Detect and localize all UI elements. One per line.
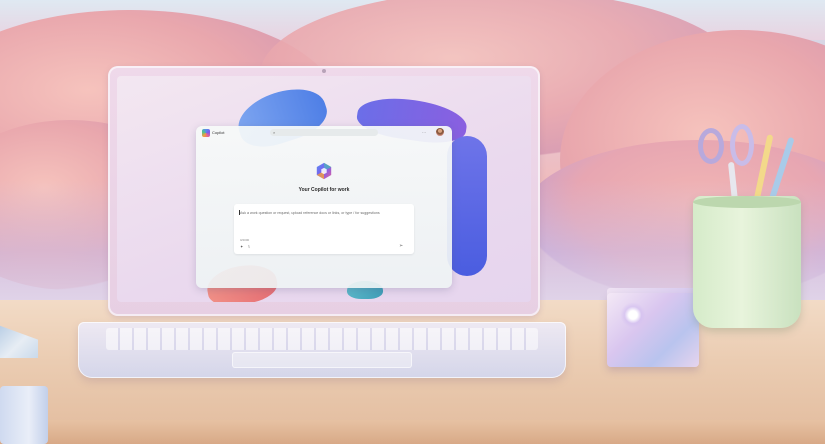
app-name: Copilot: [212, 130, 225, 135]
copilot-app-window: Copilot ⌕ ··· Your Copilot for work 0/20…: [196, 126, 452, 288]
title-bar: Copilot ⌕ ···: [196, 126, 452, 140]
webcam: [322, 69, 326, 73]
desk-edge: [0, 420, 825, 444]
scissors-handle: [698, 128, 724, 164]
paperclip-icon[interactable]: ⌇: [248, 244, 250, 249]
trackpad: [232, 352, 412, 368]
pen-cup: [693, 196, 801, 328]
search-icon: ⌕: [273, 130, 276, 135]
copilot-logo-icon: [202, 129, 210, 137]
keyboard: [106, 328, 538, 350]
sparkle-icon[interactable]: ✦: [240, 244, 243, 249]
scissors-handle: [730, 124, 754, 166]
sparkle-decoration: [618, 300, 648, 330]
search-box[interactable]: ⌕: [270, 129, 378, 136]
send-icon[interactable]: ➢: [399, 244, 403, 249]
tape-roll: [0, 386, 48, 444]
prompt-box: 0/2000 ✦ ⌇ ➢: [234, 204, 414, 254]
page-title: Your Copilot for work: [298, 187, 350, 193]
pen-cup-rim: [693, 196, 801, 208]
copilot-logo-icon: [316, 162, 332, 180]
character-count: 0/2000: [240, 238, 250, 242]
wallpaper-ribbon: [447, 136, 487, 276]
more-options-button[interactable]: ···: [422, 129, 426, 136]
prompt-input[interactable]: [240, 209, 408, 217]
avatar[interactable]: [436, 128, 444, 136]
